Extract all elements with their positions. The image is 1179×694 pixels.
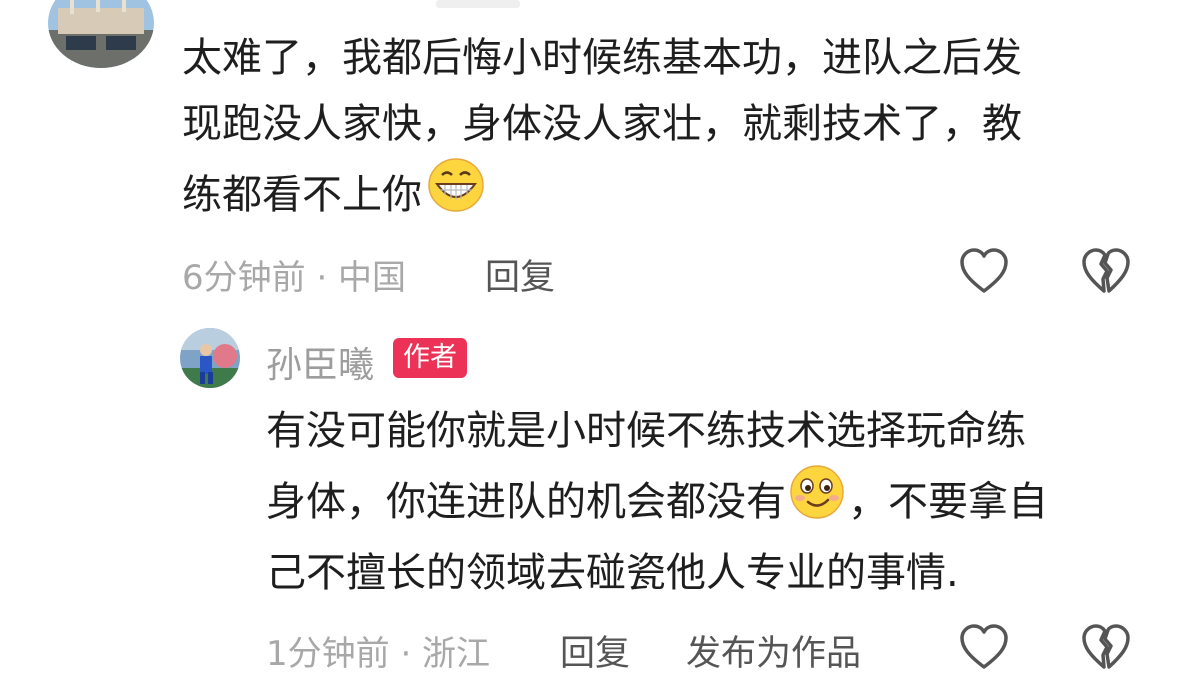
comment-line: 现跑没人家快，身体没人家壮，就剩技术了，教 xyxy=(182,101,1022,147)
comment-dislike-button[interactable] xyxy=(1080,247,1132,297)
reply-line: 有没可能你就是小时候不练技术选择玩命练 xyxy=(266,408,1026,454)
reply-author-avatar[interactable] xyxy=(180,328,240,388)
comment-time-location: 6分钟前 · 中国 xyxy=(182,258,407,298)
reply-dislike-button[interactable] xyxy=(1080,623,1132,673)
heart-outline-icon xyxy=(960,624,1008,669)
reply-author-name[interactable]: 孙臣曦 xyxy=(266,336,374,388)
reply-line: 己不擅长的领域去碰瓷他人专业的事情. xyxy=(266,550,959,596)
smirk-emoji xyxy=(788,464,846,540)
reply-body: 有没可能你就是小时候不练技术选择玩命练 身体，你连进队的机会都没有 ，不要拿自 … xyxy=(266,398,1048,606)
commenter-avatar[interactable] xyxy=(48,0,154,68)
publish-as-work-button[interactable]: 发布为作品 xyxy=(686,625,861,676)
cutoff-username-fragment xyxy=(436,0,520,8)
comment-like-button[interactable] xyxy=(958,247,1010,297)
broken-heart-icon xyxy=(1082,624,1130,669)
grin-emoji xyxy=(426,157,486,233)
reply-time-location: 1分钟前 · 浙江 xyxy=(266,634,491,674)
comment-reply-button[interactable]: 回复 xyxy=(485,249,555,300)
reply-like-button[interactable] xyxy=(958,623,1010,673)
author-badge: 作者 xyxy=(393,338,467,378)
heart-outline-icon xyxy=(960,248,1008,293)
broken-heart-icon xyxy=(1082,248,1130,293)
comment-body: 太难了，我都后悔小时候练基本功，进队之后发 现跑没人家快，身体没人家壮，就剩技术… xyxy=(182,25,1022,233)
reply-line: 身体，你连进队的机会都没有 ，不要拿自 xyxy=(266,464,1048,540)
reply-reply-button[interactable]: 回复 xyxy=(560,625,630,676)
comment-line: 练都看不上你 xyxy=(182,157,1022,233)
comment-line: 太难了，我都后悔小时候练基本功，进队之后发 xyxy=(182,35,1022,81)
